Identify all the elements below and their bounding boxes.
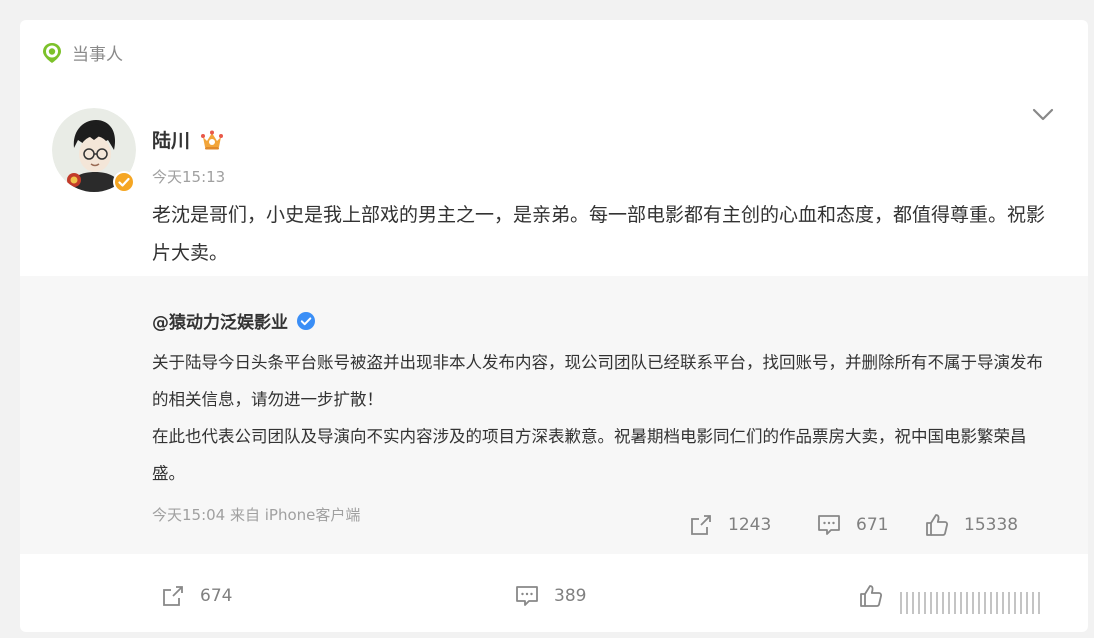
share-count: 674 <box>200 586 233 606</box>
original-comment-button[interactable]: 671 <box>816 512 888 538</box>
like-count: 15338 <box>964 515 1019 535</box>
share-count: 1243 <box>728 515 772 535</box>
like-icon <box>926 514 949 536</box>
original-meta: 今天15:04 来自 iPhone客户端 <box>152 506 361 524</box>
original-paragraph: 在此也代表公司团队及导演向不实内容涉及的项目方深表歉意。祝暑期档电影同仁们的作品… <box>152 427 1027 483</box>
original-text: 关于陆导今日头条平台账号被盗并出现非本人发布内容，现公司团队已经联系平台，找回账… <box>152 344 1052 492</box>
verified-icon <box>113 171 135 193</box>
original-like-button[interactable]: 15338 <box>924 512 1018 538</box>
post-card: 当事人 陆川 今天15:13 老沈是哥们，小史是我上部戏的男主之一，是亲弟。每一… <box>20 20 1088 632</box>
crown-icon[interactable] <box>200 129 224 151</box>
author-name[interactable]: 陆川 <box>152 126 190 153</box>
like-icon <box>860 585 883 607</box>
share-button[interactable]: 674 <box>160 583 232 609</box>
verified-icon <box>297 311 315 330</box>
pin-icon <box>43 42 61 63</box>
post-time[interactable]: 今天15:13 <box>152 166 225 187</box>
chevron-down-icon[interactable] <box>1030 104 1056 124</box>
original-share-button[interactable]: 1243 <box>688 512 771 538</box>
comment-icon <box>818 515 840 535</box>
tag-label: 当事人 <box>72 45 123 65</box>
comment-icon <box>516 586 538 606</box>
original-author-row: @猿动力泛娱影业 <box>152 308 316 333</box>
repost-box[interactable]: @猿动力泛娱影业 关于陆导今日头条平台账号被盗并出现非本人发布内容，现公司团队已… <box>20 276 1088 554</box>
original-paragraph: 关于陆导今日头条平台账号被盗并出现非本人发布内容，现公司团队已经联系平台，找回账… <box>152 353 1043 409</box>
comment-button[interactable]: 389 <box>514 583 586 609</box>
topic-tag[interactable]: 当事人 <box>40 40 123 65</box>
share-icon <box>163 586 183 606</box>
comment-count: 389 <box>554 586 587 606</box>
post-text: 老沈是哥们，小史是我上部戏的男主之一，是亲弟。每一部电影都有主创的心血和态度，都… <box>152 204 1046 264</box>
author-row: 陆川 <box>152 126 224 153</box>
watermark <box>900 592 1040 614</box>
comment-count: 671 <box>856 515 889 535</box>
original-author[interactable]: @猿动力泛娱影业 <box>152 308 288 333</box>
like-button[interactable] <box>858 583 898 609</box>
share-icon <box>691 515 711 535</box>
